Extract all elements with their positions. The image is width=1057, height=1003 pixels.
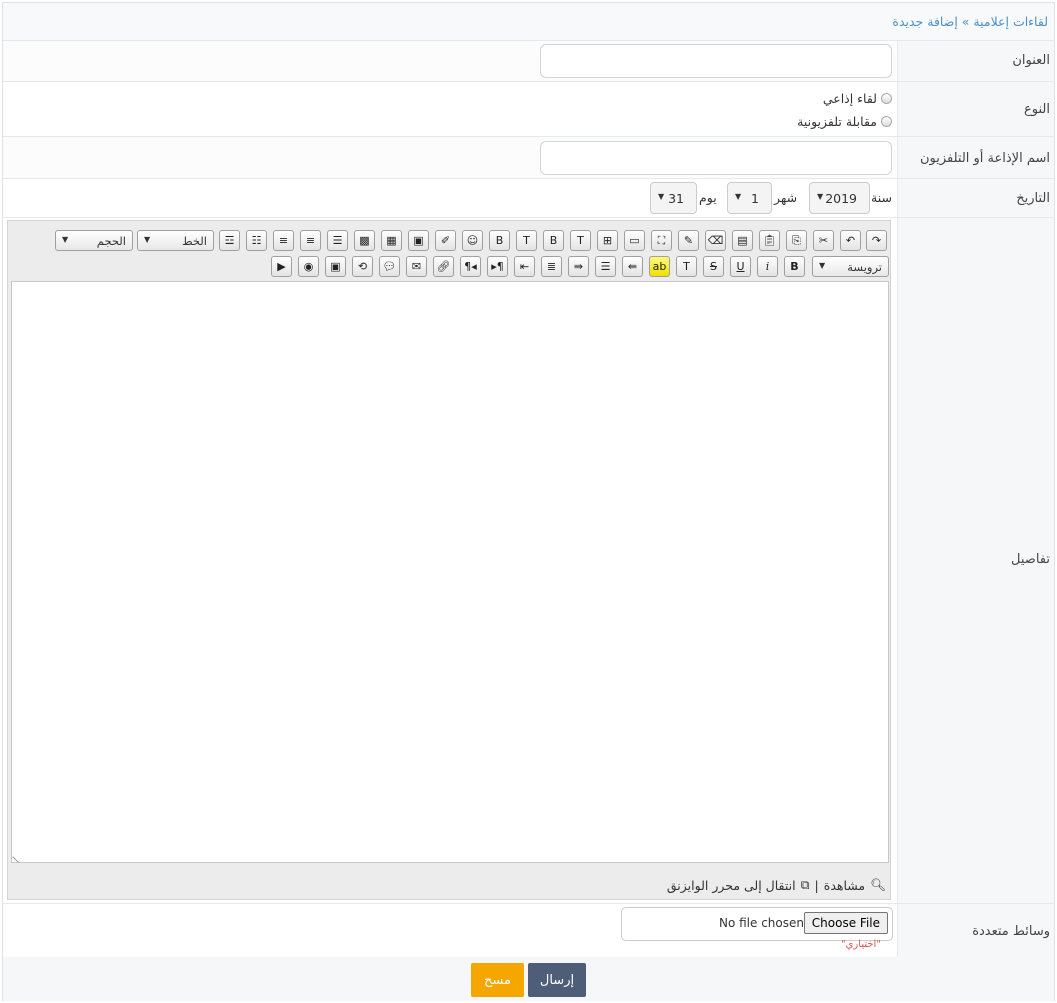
month-label: شهر: [774, 190, 798, 205]
video-icon[interactable]: ▶: [271, 256, 292, 277]
clear-button[interactable]: مسح: [471, 963, 524, 997]
paste-text-icon[interactable]: ▤: [732, 230, 753, 251]
media-label: وسائط متعددة: [972, 924, 1050, 939]
details-label: تفاصيل: [1011, 552, 1050, 567]
bbcode-down-icon[interactable]: B: [489, 230, 510, 251]
preview-link[interactable]: مشاهدة: [824, 878, 865, 893]
rtl-icon[interactable]: ¶◂: [460, 256, 481, 277]
title-input[interactable]: [540, 44, 892, 78]
dropdown-arrow-icon: ▼: [817, 192, 824, 201]
dropdown-arrow-icon: ▼: [658, 192, 665, 201]
html-icon[interactable]: ▩: [354, 230, 375, 251]
smiley-icon[interactable]: ☺: [462, 230, 483, 251]
align-center-icon[interactable]: ☰: [595, 256, 616, 277]
year-select[interactable]: 2019 ▼: [809, 182, 870, 214]
flash-icon[interactable]: ◉: [298, 256, 319, 277]
row-station: اسم الإذاعة أو التلفزيون: [3, 137, 1054, 179]
station-label: اسم الإذاعة أو التلفزيون: [919, 151, 1050, 166]
highlight-icon[interactable]: ab: [649, 256, 670, 277]
action-bar: إرسال مسح: [3, 957, 1054, 1001]
cut-icon[interactable]: ✂: [813, 230, 834, 251]
row-details: ↷ ↶ ✂ ⎘ 📋︎ ▤ ⌫ ✎ ⛶ ▭ ⊞ T B T B ☺ ✐ ▣ ▦ ▩: [3, 218, 1054, 904]
redo-icon[interactable]: ↷: [866, 230, 887, 251]
comment-icon[interactable]: 💬︎: [379, 256, 400, 277]
resize-grip-icon[interactable]: [12, 851, 24, 863]
row-date: سنة 2019 ▼ شهر 1 ▼ يوم 31 ▼ التاريخ: [3, 179, 1054, 218]
submit-button[interactable]: إرسال: [528, 963, 586, 997]
dropdown-arrow-icon: ▼: [144, 235, 151, 244]
list-icon[interactable]: ≡: [273, 230, 294, 251]
eraser-icon[interactable]: ⌫: [705, 230, 726, 251]
footer-separator: |: [814, 877, 819, 893]
image-icon[interactable]: ▭: [624, 230, 645, 251]
copy-icon[interactable]: ⎘: [786, 230, 807, 251]
insert-text-icon[interactable]: T: [570, 230, 591, 251]
strikethrough-icon[interactable]: S: [703, 256, 724, 277]
text-icon[interactable]: T: [516, 230, 537, 251]
dropdown-arrow-icon: ▼: [819, 261, 826, 270]
editor-content-area[interactable]: [11, 281, 889, 863]
date-label: التاريخ: [1016, 191, 1050, 206]
search-icon: 🔍︎: [870, 877, 886, 892]
title-label: العنوان: [1012, 53, 1050, 68]
year-label: سنة: [871, 190, 892, 205]
choose-file-button[interactable]: Choose File: [803, 912, 888, 934]
align-left-icon[interactable]: ⇚: [622, 256, 643, 277]
edit-icon[interactable]: ✐: [435, 230, 456, 251]
align-right-icon[interactable]: ⇛: [568, 256, 589, 277]
file-status: No file chosen: [718, 916, 804, 930]
dropdown-arrow-icon: ▼: [735, 192, 742, 201]
ordered-list-icon[interactable]: ☰: [327, 230, 348, 251]
unlink-icon[interactable]: ⟲: [352, 256, 373, 277]
underline-icon[interactable]: U: [730, 256, 751, 277]
php-icon[interactable]: ▦: [381, 230, 402, 251]
bbcode-icon[interactable]: B: [543, 230, 564, 251]
clean-format-icon[interactable]: ✎: [678, 230, 699, 251]
row-type: لقاء إذاعي مقابلة تلفزيونية النوع: [3, 82, 1054, 137]
paste-icon[interactable]: 📋︎: [759, 230, 780, 251]
outdent-icon[interactable]: ⇤: [514, 256, 535, 277]
align-justify-icon[interactable]: ≣: [541, 256, 562, 277]
font-select[interactable]: الخط ▼: [137, 230, 214, 251]
dropdown-arrow-icon: ▼: [62, 235, 69, 244]
ltr-icon[interactable]: ▸¶: [487, 256, 508, 277]
file-input[interactable]: Choose File No file chosen: [621, 907, 893, 941]
day-select[interactable]: 31 ▼: [650, 182, 697, 214]
radio-circle-icon[interactable]: [881, 116, 892, 127]
optional-note: "اختياري": [841, 939, 881, 950]
radio-circle-icon[interactable]: [881, 93, 892, 104]
size-select[interactable]: الحجم ▼: [55, 230, 133, 251]
rich-text-editor: ↷ ↶ ✂ ⎘ 📋︎ ▤ ⌫ ✎ ⛶ ▭ ⊞ T B T B ☺ ✐ ▣ ▦ ▩: [7, 220, 891, 900]
link-icon[interactable]: 🔗︎: [433, 256, 454, 277]
indent-list-icon[interactable]: ☷: [246, 230, 267, 251]
fullscreen-icon[interactable]: ⛶: [651, 230, 672, 251]
radio-radio-interview[interactable]: لقاء إذاعي: [823, 91, 892, 106]
row-media: Choose File No file chosen "اختياري" وسا…: [3, 904, 1054, 957]
italic-icon[interactable]: i: [757, 256, 778, 277]
code-icon[interactable]: ▣: [408, 230, 429, 251]
day-label: يوم: [699, 190, 717, 205]
breadcrumb-link[interactable]: لقاءات إعلامية » إضافة جديدة: [892, 14, 1048, 29]
checklist-icon[interactable]: ☲: [219, 230, 240, 251]
unordered-list-icon[interactable]: ≡: [300, 230, 321, 251]
text-color-icon[interactable]: T: [676, 256, 697, 277]
station-input[interactable]: [540, 141, 892, 175]
month-select[interactable]: 1 ▼: [727, 182, 772, 214]
form-frame: لقاءات إعلامية » إضافة جديدة العنوان لقا…: [2, 2, 1055, 1001]
row-title: العنوان: [3, 41, 1054, 82]
editor-footer: انتقال إلى محرر الوايزنق ⧉ | مشاهدة 🔍︎: [667, 877, 886, 893]
breadcrumb: لقاءات إعلامية » إضافة جديدة: [3, 3, 1054, 41]
email-icon[interactable]: ✉: [406, 256, 427, 277]
heading-select[interactable]: ترويسة ▼: [812, 256, 889, 277]
undo-icon[interactable]: ↶: [840, 230, 861, 251]
type-label: النوع: [1024, 102, 1050, 117]
wysiwyg-icon: ⧉: [800, 877, 810, 892]
bold-icon[interactable]: B: [784, 256, 805, 277]
wysiwyg-link[interactable]: انتقال إلى محرر الوايزنق: [667, 878, 796, 893]
media-icon[interactable]: ▣: [325, 256, 346, 277]
insert-image-icon[interactable]: ⊞: [597, 230, 618, 251]
radio-tv-interview[interactable]: مقابلة تلفزيونية: [797, 114, 892, 129]
